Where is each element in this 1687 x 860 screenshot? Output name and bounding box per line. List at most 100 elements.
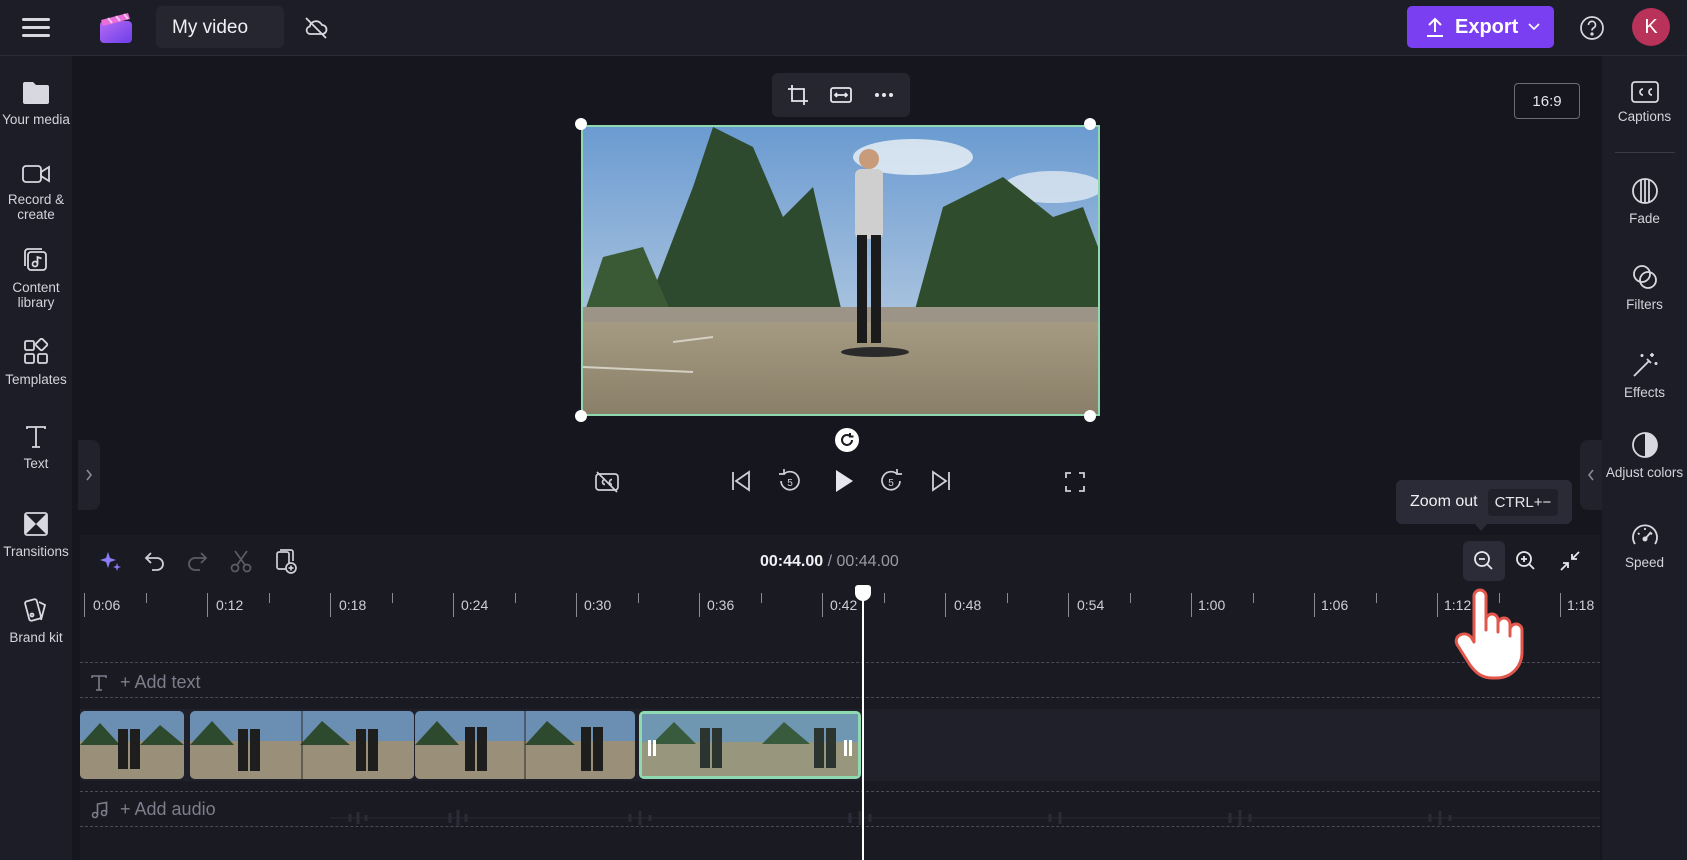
forward-5-seconds-icon[interactable]: 5 [877, 467, 905, 495]
total-duration: 00:44.00 [836, 553, 899, 570]
sidebar-item-filters[interactable]: Filters [1602, 262, 1687, 312]
folder-icon [23, 82, 49, 104]
ruler-label: 0:24 [461, 597, 489, 613]
video-clip-selected[interactable] [639, 711, 861, 779]
video-preview[interactable] [581, 125, 1100, 416]
ruler-label: 0:18 [339, 597, 367, 613]
sidebar-item-label: Adjust colors [1605, 465, 1684, 480]
fade-icon [1631, 178, 1658, 204]
user-avatar[interactable]: K [1632, 8, 1670, 46]
redo-icon[interactable] [184, 548, 210, 574]
video-clip[interactable] [415, 711, 635, 779]
captions-off-icon[interactable] [594, 469, 620, 495]
add-audio-track[interactable]: + Add audio [90, 799, 216, 820]
sidebar-divider [1615, 152, 1675, 153]
video-frame-image [583, 127, 1098, 414]
svg-text:5: 5 [787, 478, 793, 489]
timeline-panel: 00:44.00 / 00:44.00 0:06 0:12 0:18 0:24 … [80, 535, 1600, 860]
rotate-handle[interactable] [835, 428, 859, 452]
sidebar-item-text[interactable]: Text [0, 424, 72, 471]
sidebar-item-transitions[interactable]: Transitions [0, 510, 72, 559]
export-button[interactable]: Export [1407, 6, 1554, 48]
collapse-right-panel-button[interactable] [1580, 440, 1602, 510]
chevron-right-icon [86, 469, 93, 481]
video-clip[interactable] [80, 711, 184, 779]
audio-waveform [330, 810, 1600, 826]
clip-trim-handle-left[interactable] [648, 740, 658, 756]
ruler-label: 0:30 [584, 597, 612, 613]
sidebar-item-label: Content library [12, 280, 60, 310]
ruler-label: 0:12 [216, 597, 244, 613]
menu-hamburger-icon[interactable] [18, 14, 54, 42]
rotate-icon [841, 433, 854, 446]
add-text-track[interactable]: + Add text [90, 672, 201, 693]
resize-handle-bottom-right[interactable] [1084, 410, 1096, 422]
resize-handle-bottom-left[interactable] [575, 410, 587, 422]
collapse-left-panel-button[interactable] [78, 440, 100, 510]
more-options-icon[interactable] [872, 83, 896, 107]
tooltip-shortcut: CTRL+− [1487, 488, 1559, 516]
track-separator [80, 791, 1600, 792]
current-time: 00:44.00 [760, 553, 824, 570]
split-scissors-icon[interactable] [228, 548, 254, 574]
ruler-label: 0:36 [707, 597, 735, 613]
sidebar-item-adjust-colors[interactable]: Adjust colors [1602, 430, 1687, 480]
text-icon [91, 674, 107, 691]
ruler-label: 0:48 [954, 597, 982, 613]
clip-thumbnail [415, 711, 635, 779]
ruler-label: 0:54 [1077, 597, 1105, 613]
add-clip-icon[interactable] [272, 548, 298, 574]
sidebar-item-templates[interactable]: Templates [0, 338, 72, 387]
video-clip[interactable] [190, 711, 414, 779]
resize-handle-top-left[interactable] [575, 118, 587, 130]
svg-text:5: 5 [888, 478, 894, 489]
ai-magic-sparkle-icon[interactable] [98, 548, 124, 574]
timecode: 00:44.00 / 00:44.00 [760, 553, 899, 571]
fit-to-frame-icon[interactable] [829, 83, 853, 107]
sidebar-item-captions[interactable]: Captions [1602, 80, 1687, 124]
sidebar-item-effects[interactable]: Effects [1602, 350, 1687, 400]
sidebar-item-label: Your media [2, 112, 70, 127]
project-title[interactable]: My video [156, 6, 284, 48]
zoom-out-tooltip: Zoom out CTRL+− [1396, 480, 1572, 524]
text-icon [26, 426, 46, 448]
ruler-label: 1:18 [1567, 597, 1595, 613]
sidebar-item-brand-kit[interactable]: Brand kit [0, 596, 72, 645]
timeline-ruler[interactable]: 0:06 0:12 0:18 0:24 0:30 0:36 0:42 0:48 … [80, 585, 1600, 625]
crop-icon[interactable] [786, 83, 810, 107]
sidebar-item-content-library[interactable]: Content library [0, 246, 72, 310]
sidebar-item-fade[interactable]: Fade [1602, 176, 1687, 226]
undo-icon[interactable] [142, 548, 168, 574]
help-icon[interactable] [1578, 14, 1606, 42]
cloud-sync-off-icon[interactable] [302, 14, 330, 42]
sidebar-item-record-create[interactable]: Record & create [0, 162, 72, 222]
video-camera-icon [22, 165, 50, 183]
zoom-in-icon[interactable] [1512, 547, 1540, 575]
brand-kit-icon [24, 598, 47, 622]
ruler-label: 0:06 [93, 597, 121, 613]
fit-timeline-icon[interactable] [1556, 547, 1584, 575]
chevron-down-icon [1528, 23, 1540, 31]
track-separator [80, 662, 1600, 663]
rewind-5-seconds-icon[interactable]: 5 [776, 467, 804, 495]
fullscreen-icon[interactable] [1064, 471, 1086, 493]
templates-icon [24, 338, 49, 364]
aspect-ratio-button[interactable]: 16:9 [1514, 83, 1580, 119]
play-icon[interactable] [829, 467, 857, 495]
sidebar-item-your-media[interactable]: Your media [0, 80, 72, 127]
ruler-label: 1:00 [1198, 597, 1226, 613]
clip-trim-handle-right[interactable] [844, 740, 854, 756]
resize-handle-top-right[interactable] [1084, 118, 1096, 130]
zoom-out-button[interactable] [1463, 541, 1505, 581]
sidebar-item-speed[interactable]: Speed [1602, 522, 1687, 570]
hand-pointer-cursor-icon [1454, 588, 1524, 680]
playhead-line [862, 594, 864, 860]
playhead-handle[interactable] [855, 585, 871, 601]
effects-wand-icon [1632, 353, 1657, 377]
export-label: Export [1455, 15, 1519, 38]
add-text-label: + Add text [120, 672, 201, 692]
skip-to-end-icon[interactable] [929, 469, 953, 493]
skip-to-start-icon[interactable] [729, 469, 753, 493]
tooltip-arrow [1474, 523, 1488, 531]
preview-toolbar [772, 73, 910, 117]
